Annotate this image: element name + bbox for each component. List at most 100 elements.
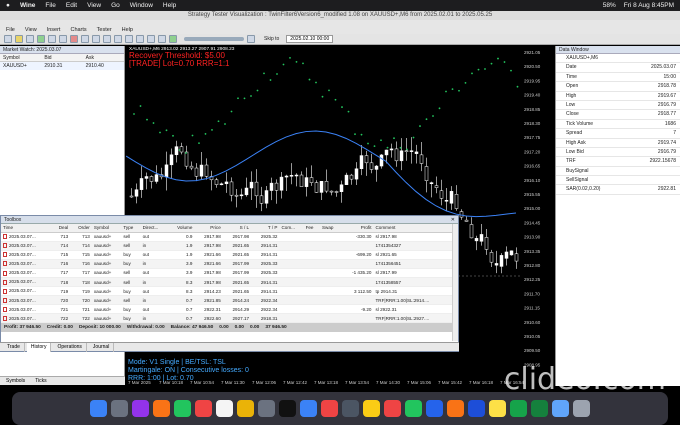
menu-edit[interactable]: Edit: [66, 2, 77, 9]
close-icon[interactable]: ✕: [451, 216, 455, 224]
col-ask[interactable]: Ask: [83, 54, 124, 61]
speed-slider[interactable]: [184, 37, 244, 41]
menu-view[interactable]: View: [25, 27, 37, 33]
menu-window[interactable]: Window: [130, 2, 153, 9]
word-icon[interactable]: [468, 400, 485, 417]
autoscroll-icon[interactable]: [147, 35, 155, 43]
menu-view[interactable]: View: [87, 2, 101, 9]
table-row[interactable]: 2025.03.07... 713 713 xauusd+ sell out 0.9 2917…: [1, 232, 453, 242]
col-header[interactable]: Type: [121, 224, 141, 233]
col-header[interactable]: Symbol: [91, 224, 122, 233]
table-row[interactable]: 2025.03.07... 715 715 xauusd+ buy out 1.9 2921.…: [1, 250, 453, 260]
menu-file[interactable]: File: [45, 2, 55, 9]
trash-icon[interactable]: [573, 400, 590, 417]
tab-journal[interactable]: Journal: [89, 343, 115, 352]
menu-tester[interactable]: Tester: [97, 27, 112, 33]
col-header[interactable]: S / L: [222, 224, 252, 233]
table-row[interactable]: 2025.03.07... 722 722 xauusd+ buy in 0.7 2922.6…: [1, 313, 453, 324]
clock[interactable]: Fri 8 Aug 8:45PM: [624, 2, 674, 9]
tab-history[interactable]: History: [26, 343, 52, 352]
line-chart-icon[interactable]: [103, 35, 111, 43]
col-header[interactable]: Profit: [341, 224, 374, 233]
vscode-icon[interactable]: [426, 400, 443, 417]
table-row[interactable]: 2025.03.07... 720 720 xauusd+ sell in 0.7 2921.…: [1, 295, 453, 306]
col-header[interactable]: Com...: [279, 224, 304, 233]
bar-chart-icon[interactable]: [81, 35, 89, 43]
chrome-icon[interactable]: [321, 400, 338, 417]
zoom-out-icon[interactable]: [125, 35, 133, 43]
terminal-icon[interactable]: [279, 400, 296, 417]
table-row[interactable]: 2025.03.07... 718 718 xauusd+ sell in 8.3 2917.…: [1, 277, 453, 288]
candle-body: [269, 182, 274, 191]
vertical-scrollbar[interactable]: [452, 224, 458, 341]
market-watch-row[interactable]: XAUUSD+ 2910.31 2910.40: [0, 62, 124, 70]
whatsapp-icon[interactable]: [405, 400, 422, 417]
col-header[interactable]: Comment: [373, 224, 453, 233]
table-cell: 2914.29: [222, 304, 252, 315]
shift-icon[interactable]: [158, 35, 166, 43]
play-icon[interactable]: [169, 35, 177, 43]
navigator-icon[interactable]: [59, 35, 67, 43]
col-symbol[interactable]: Symbol: [0, 54, 41, 61]
chrome2-icon[interactable]: [384, 400, 401, 417]
market-watch-header: Symbol Bid Ask: [0, 54, 124, 62]
tab-ticks[interactable]: Ticks: [35, 378, 46, 384]
col-header[interactable]: Price: [194, 224, 223, 233]
skip-to-button[interactable]: Skip to: [264, 36, 279, 42]
tab-trade[interactable]: Trade: [3, 343, 25, 352]
menu-go[interactable]: Go: [111, 2, 120, 9]
col-header[interactable]: T / P: [251, 224, 280, 233]
tab-symbols[interactable]: Symbols: [6, 378, 25, 384]
firefox2-icon[interactable]: [447, 400, 464, 417]
tile-icon[interactable]: [136, 35, 144, 43]
col-header[interactable]: Volume: [167, 224, 195, 233]
launchpad-icon[interactable]: [111, 400, 128, 417]
excel-icon[interactable]: [531, 400, 548, 417]
menu-file[interactable]: File: [6, 27, 15, 33]
table-row[interactable]: 2025.03.07... 717 717 xauusd+ sell out 3.9 2917…: [1, 268, 453, 278]
share-icon[interactable]: [300, 400, 317, 417]
col-header[interactable]: Order: [70, 224, 92, 233]
col-header[interactable]: Deal: [51, 224, 71, 233]
apple-icon[interactable]: ●: [6, 2, 10, 9]
tab-operations[interactable]: Operations: [53, 343, 87, 352]
data-window-icon[interactable]: [48, 35, 56, 43]
profiles-icon[interactable]: [26, 35, 34, 43]
col-header[interactable]: Swap: [319, 224, 342, 233]
brave-icon[interactable]: [195, 400, 212, 417]
col-header[interactable]: Direct...: [140, 224, 168, 233]
menu-insert[interactable]: Insert: [47, 27, 61, 33]
pause-icon[interactable]: [247, 35, 255, 43]
terminal-icon[interactable]: [70, 35, 78, 43]
messages-icon[interactable]: [174, 400, 191, 417]
sticky-icon[interactable]: [489, 400, 506, 417]
col-header[interactable]: Time: [1, 224, 52, 233]
firefox-icon[interactable]: [153, 400, 170, 417]
preview-icon[interactable]: [552, 400, 569, 417]
table-row[interactable]: 2025.03.07... 716 716 xauusd+ buy in 3.9 2921.6…: [1, 259, 453, 269]
skip-date-input[interactable]: 2025.02.10 00:00: [286, 35, 334, 43]
table-row[interactable]: 2025.03.07... 714 714 xauusd+ sell in 1.9 2917.…: [1, 241, 453, 251]
calculator-icon[interactable]: [342, 400, 359, 417]
menu-charts[interactable]: Charts: [70, 27, 86, 33]
market-watch-icon[interactable]: [37, 35, 45, 43]
new-chart-icon[interactable]: [4, 35, 12, 43]
table-row[interactable]: 2025.03.07... 721 721 xauusd+ buy out 0.7 2922.…: [1, 304, 453, 315]
menu-help[interactable]: Help: [163, 2, 176, 9]
notes-icon[interactable]: [363, 400, 380, 417]
apps-icon[interactable]: [132, 400, 149, 417]
calendar-icon[interactable]: [216, 400, 233, 417]
table-row[interactable]: 2025.03.07... 719 719 xauusd+ buy out 8.3 2914.…: [1, 286, 453, 297]
col-header[interactable]: Fee: [303, 224, 320, 233]
open-icon[interactable]: [15, 35, 23, 43]
zoom-in-icon[interactable]: [114, 35, 122, 43]
menu-help[interactable]: Help: [122, 27, 133, 33]
finder-icon[interactable]: [90, 400, 107, 417]
battery-status[interactable]: 58%: [603, 2, 616, 9]
app-menu[interactable]: Wine: [20, 2, 35, 9]
col-bid[interactable]: Bid: [41, 54, 82, 61]
photos-icon[interactable]: [237, 400, 254, 417]
settings-icon[interactable]: [258, 400, 275, 417]
drive-icon[interactable]: [510, 400, 527, 417]
candle-chart-icon[interactable]: [92, 35, 100, 43]
